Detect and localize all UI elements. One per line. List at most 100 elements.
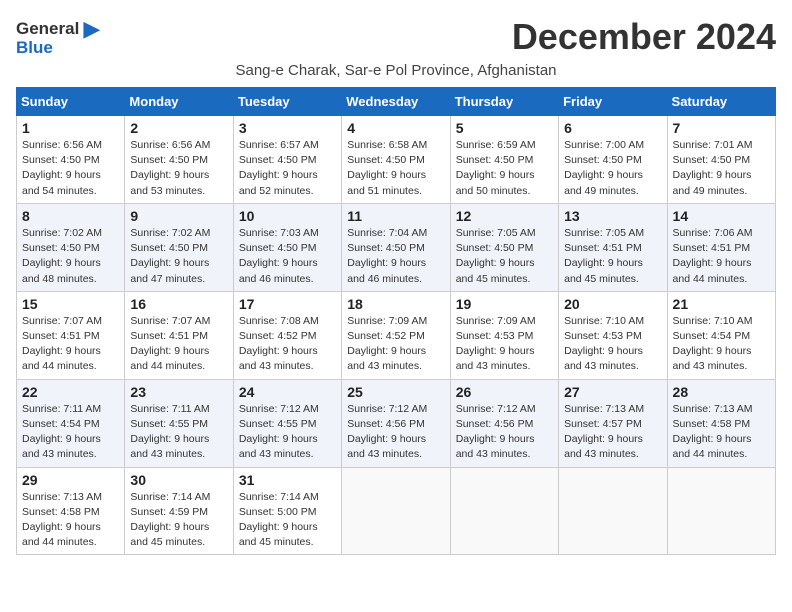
day-info: Sunrise: 6:57 AM Sunset: 4:50 PM Dayligh…	[239, 138, 336, 199]
day-number: 25	[347, 384, 444, 400]
calendar-cell: 7 Sunrise: 7:01 AM Sunset: 4:50 PM Dayli…	[667, 116, 775, 204]
day-number: 28	[673, 384, 770, 400]
day-number: 30	[130, 472, 227, 488]
day-number: 11	[347, 208, 444, 224]
calendar-cell: 16 Sunrise: 7:07 AM Sunset: 4:51 PM Dayl…	[125, 291, 233, 379]
day-number: 20	[564, 296, 661, 312]
calendar-cell: 4 Sunrise: 6:58 AM Sunset: 4:50 PM Dayli…	[342, 116, 450, 204]
day-number: 2	[130, 120, 227, 136]
calendar-cell: 30 Sunrise: 7:14 AM Sunset: 4:59 PM Dayl…	[125, 467, 233, 555]
day-info: Sunrise: 7:09 AM Sunset: 4:52 PM Dayligh…	[347, 314, 444, 375]
day-number: 18	[347, 296, 444, 312]
logo-area: General ▶ Blue	[16, 16, 100, 58]
header-saturday: Saturday	[667, 88, 775, 116]
calendar-week-2: 8 Sunrise: 7:02 AM Sunset: 4:50 PM Dayli…	[17, 203, 776, 291]
day-number: 24	[239, 384, 336, 400]
day-info: Sunrise: 7:02 AM Sunset: 4:50 PM Dayligh…	[130, 226, 227, 287]
day-number: 1	[22, 120, 119, 136]
calendar-week-1: 1 Sunrise: 6:56 AM Sunset: 4:50 PM Dayli…	[17, 116, 776, 204]
calendar-cell: 15 Sunrise: 7:07 AM Sunset: 4:51 PM Dayl…	[17, 291, 125, 379]
calendar-cell: 1 Sunrise: 6:56 AM Sunset: 4:50 PM Dayli…	[17, 116, 125, 204]
day-number: 4	[347, 120, 444, 136]
calendar-cell: 31 Sunrise: 7:14 AM Sunset: 5:00 PM Dayl…	[233, 467, 341, 555]
calendar-cell: 20 Sunrise: 7:10 AM Sunset: 4:53 PM Dayl…	[559, 291, 667, 379]
calendar-cell: 29 Sunrise: 7:13 AM Sunset: 4:58 PM Dayl…	[17, 467, 125, 555]
day-info: Sunrise: 7:04 AM Sunset: 4:50 PM Dayligh…	[347, 226, 444, 287]
day-info: Sunrise: 7:10 AM Sunset: 4:54 PM Dayligh…	[673, 314, 770, 375]
calendar-cell: 12 Sunrise: 7:05 AM Sunset: 4:50 PM Dayl…	[450, 203, 558, 291]
calendar-cell	[342, 467, 450, 555]
logo-bird-icon: ▶	[83, 16, 100, 42]
calendar-cell: 27 Sunrise: 7:13 AM Sunset: 4:57 PM Dayl…	[559, 379, 667, 467]
calendar-cell: 9 Sunrise: 7:02 AM Sunset: 4:50 PM Dayli…	[125, 203, 233, 291]
day-number: 29	[22, 472, 119, 488]
day-number: 26	[456, 384, 553, 400]
day-info: Sunrise: 7:13 AM Sunset: 4:58 PM Dayligh…	[673, 402, 770, 463]
day-number: 13	[564, 208, 661, 224]
calendar-cell: 3 Sunrise: 6:57 AM Sunset: 4:50 PM Dayli…	[233, 116, 341, 204]
calendar-cell: 5 Sunrise: 6:59 AM Sunset: 4:50 PM Dayli…	[450, 116, 558, 204]
calendar-cell: 24 Sunrise: 7:12 AM Sunset: 4:55 PM Dayl…	[233, 379, 341, 467]
calendar-cell: 19 Sunrise: 7:09 AM Sunset: 4:53 PM Dayl…	[450, 291, 558, 379]
day-number: 12	[456, 208, 553, 224]
month-title: December 2024	[512, 16, 776, 58]
header-tuesday: Tuesday	[233, 88, 341, 116]
day-number: 27	[564, 384, 661, 400]
header-friday: Friday	[559, 88, 667, 116]
day-info: Sunrise: 7:03 AM Sunset: 4:50 PM Dayligh…	[239, 226, 336, 287]
day-number: 15	[22, 296, 119, 312]
day-info: Sunrise: 7:00 AM Sunset: 4:50 PM Dayligh…	[564, 138, 661, 199]
day-number: 9	[130, 208, 227, 224]
day-info: Sunrise: 7:12 AM Sunset: 4:56 PM Dayligh…	[347, 402, 444, 463]
day-info: Sunrise: 7:14 AM Sunset: 4:59 PM Dayligh…	[130, 490, 227, 551]
calendar-cell: 25 Sunrise: 7:12 AM Sunset: 4:56 PM Dayl…	[342, 379, 450, 467]
page-container: General ▶ Blue December 2024 Sang-e Char…	[16, 16, 776, 555]
calendar-cell: 17 Sunrise: 7:08 AM Sunset: 4:52 PM Dayl…	[233, 291, 341, 379]
day-info: Sunrise: 7:09 AM Sunset: 4:53 PM Dayligh…	[456, 314, 553, 375]
calendar-cell: 11 Sunrise: 7:04 AM Sunset: 4:50 PM Dayl…	[342, 203, 450, 291]
day-info: Sunrise: 7:01 AM Sunset: 4:50 PM Dayligh…	[673, 138, 770, 199]
calendar-body: 1 Sunrise: 6:56 AM Sunset: 4:50 PM Dayli…	[17, 116, 776, 555]
day-info: Sunrise: 6:56 AM Sunset: 4:50 PM Dayligh…	[130, 138, 227, 199]
calendar-week-3: 15 Sunrise: 7:07 AM Sunset: 4:51 PM Dayl…	[17, 291, 776, 379]
day-info: Sunrise: 7:14 AM Sunset: 5:00 PM Dayligh…	[239, 490, 336, 551]
day-number: 17	[239, 296, 336, 312]
header-wednesday: Wednesday	[342, 88, 450, 116]
day-info: Sunrise: 6:58 AM Sunset: 4:50 PM Dayligh…	[347, 138, 444, 199]
day-info: Sunrise: 7:10 AM Sunset: 4:53 PM Dayligh…	[564, 314, 661, 375]
calendar-week-4: 22 Sunrise: 7:11 AM Sunset: 4:54 PM Dayl…	[17, 379, 776, 467]
day-number: 31	[239, 472, 336, 488]
calendar-cell: 28 Sunrise: 7:13 AM Sunset: 4:58 PM Dayl…	[667, 379, 775, 467]
day-number: 16	[130, 296, 227, 312]
location-title: Sang-e Charak, Sar-e Pol Province, Afgha…	[16, 62, 776, 79]
day-info: Sunrise: 7:07 AM Sunset: 4:51 PM Dayligh…	[22, 314, 119, 375]
calendar-cell	[450, 467, 558, 555]
day-info: Sunrise: 7:05 AM Sunset: 4:51 PM Dayligh…	[564, 226, 661, 287]
day-info: Sunrise: 7:13 AM Sunset: 4:58 PM Dayligh…	[22, 490, 119, 551]
day-info: Sunrise: 6:56 AM Sunset: 4:50 PM Dayligh…	[22, 138, 119, 199]
header-monday: Monday	[125, 88, 233, 116]
day-info: Sunrise: 7:06 AM Sunset: 4:51 PM Dayligh…	[673, 226, 770, 287]
day-info: Sunrise: 7:11 AM Sunset: 4:54 PM Dayligh…	[22, 402, 119, 463]
day-info: Sunrise: 7:12 AM Sunset: 4:56 PM Dayligh…	[456, 402, 553, 463]
day-info: Sunrise: 7:11 AM Sunset: 4:55 PM Dayligh…	[130, 402, 227, 463]
calendar-cell: 14 Sunrise: 7:06 AM Sunset: 4:51 PM Dayl…	[667, 203, 775, 291]
days-header-row: Sunday Monday Tuesday Wednesday Thursday…	[17, 88, 776, 116]
calendar-table: Sunday Monday Tuesday Wednesday Thursday…	[16, 87, 776, 555]
day-number: 7	[673, 120, 770, 136]
day-number: 19	[456, 296, 553, 312]
calendar-cell: 18 Sunrise: 7:09 AM Sunset: 4:52 PM Dayl…	[342, 291, 450, 379]
header: General ▶ Blue December 2024	[16, 16, 776, 58]
calendar-cell: 10 Sunrise: 7:03 AM Sunset: 4:50 PM Dayl…	[233, 203, 341, 291]
calendar-week-5: 29 Sunrise: 7:13 AM Sunset: 4:58 PM Dayl…	[17, 467, 776, 555]
day-number: 10	[239, 208, 336, 224]
header-thursday: Thursday	[450, 88, 558, 116]
calendar-cell	[667, 467, 775, 555]
day-number: 8	[22, 208, 119, 224]
logo-general: General	[16, 19, 79, 39]
calendar-cell: 8 Sunrise: 7:02 AM Sunset: 4:50 PM Dayli…	[17, 203, 125, 291]
day-number: 3	[239, 120, 336, 136]
day-number: 23	[130, 384, 227, 400]
calendar-cell: 21 Sunrise: 7:10 AM Sunset: 4:54 PM Dayl…	[667, 291, 775, 379]
calendar-cell: 22 Sunrise: 7:11 AM Sunset: 4:54 PM Dayl…	[17, 379, 125, 467]
